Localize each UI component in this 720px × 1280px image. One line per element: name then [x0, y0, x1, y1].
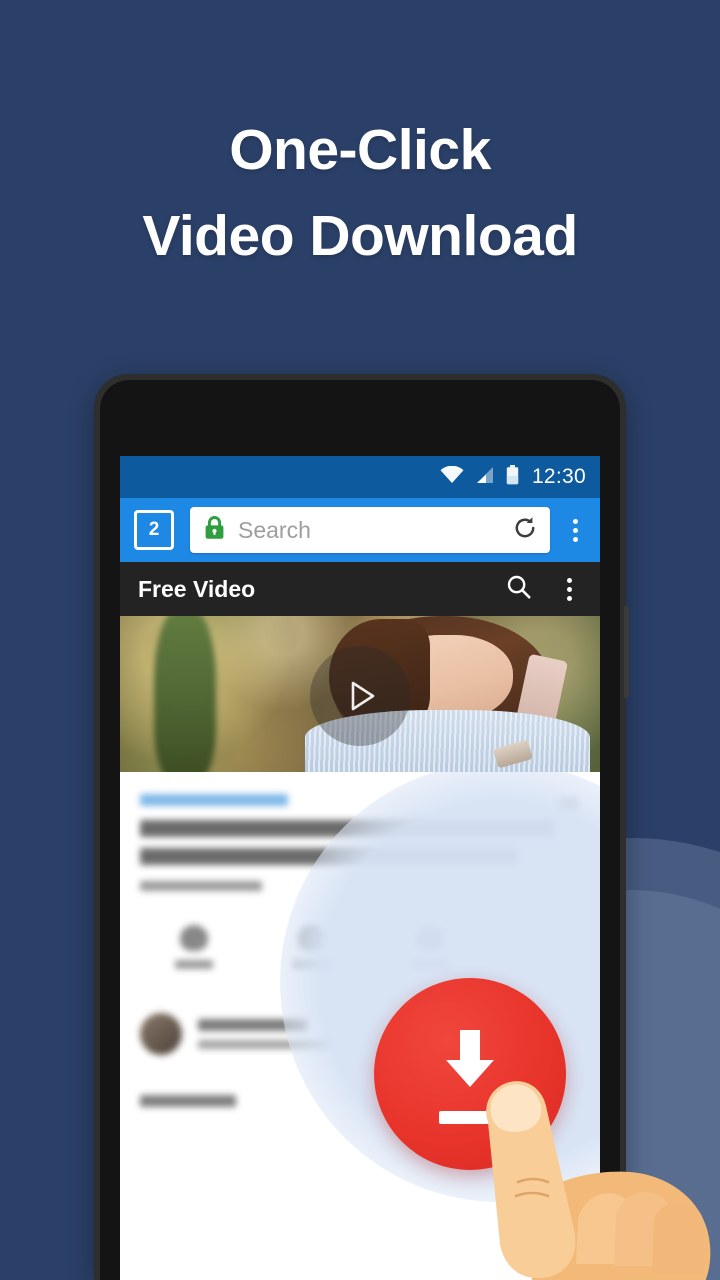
user-meta-placeholder — [198, 1040, 332, 1049]
content-action-row — [140, 925, 580, 969]
content-corner-icon[interactable] — [558, 798, 578, 812]
user-name-placeholder — [198, 1019, 308, 1031]
action-label — [411, 960, 449, 969]
battery-icon — [506, 464, 519, 490]
status-bar-clock: 12:30 — [531, 465, 586, 488]
omnibox[interactable]: Search — [190, 507, 550, 553]
content-meta — [140, 881, 262, 891]
avatar — [140, 1013, 182, 1055]
hand-shape — [486, 1081, 711, 1280]
content-action-item[interactable] — [166, 925, 222, 969]
action-label — [293, 960, 331, 969]
user-text-block — [198, 1019, 332, 1049]
content-title-line-1 — [140, 820, 554, 837]
android-status-bar: 12:30 — [120, 456, 600, 498]
promo-headline: One-Click Video Download — [0, 108, 720, 279]
video-thumbnail[interactable] — [120, 616, 600, 772]
search-icon[interactable] — [506, 574, 532, 605]
promo-screenshot: One-Click Video Download 12:30 2 Search … — [0, 0, 720, 1280]
app-bar-title: Free Video — [138, 575, 256, 602]
volume-button[interactable] — [624, 606, 629, 698]
browser-toolbar: 2 Search — [120, 498, 600, 562]
video-plant-decor — [153, 616, 216, 772]
tab-count-button[interactable]: 2 — [134, 510, 174, 550]
headline-line-2: Video Download — [142, 203, 578, 268]
search-input-placeholder[interactable]: Search — [238, 517, 512, 544]
content-action-item[interactable] — [402, 925, 458, 969]
pointing-hand-cursor — [486, 1081, 711, 1280]
action-icon — [180, 925, 208, 951]
action-icon — [416, 925, 444, 951]
play-button[interactable] — [310, 646, 410, 746]
headline-line-1: One-Click — [229, 118, 491, 182]
play-triangle-icon — [351, 681, 375, 711]
wifi-icon — [440, 465, 464, 489]
app-bar: Free Video — [120, 562, 600, 616]
action-label — [175, 960, 213, 969]
reload-icon[interactable] — [512, 515, 538, 546]
app-overflow-menu-icon[interactable] — [550, 577, 588, 601]
action-icon — [298, 925, 326, 951]
content-tail-placeholder — [140, 1095, 236, 1107]
browser-overflow-menu-icon[interactable] — [556, 518, 594, 542]
lock-icon — [204, 515, 225, 545]
content-action-item[interactable] — [284, 925, 340, 969]
content-link-placeholder[interactable] — [140, 794, 288, 806]
cellular-signal-icon — [475, 466, 495, 489]
content-title-line-2 — [140, 848, 519, 865]
